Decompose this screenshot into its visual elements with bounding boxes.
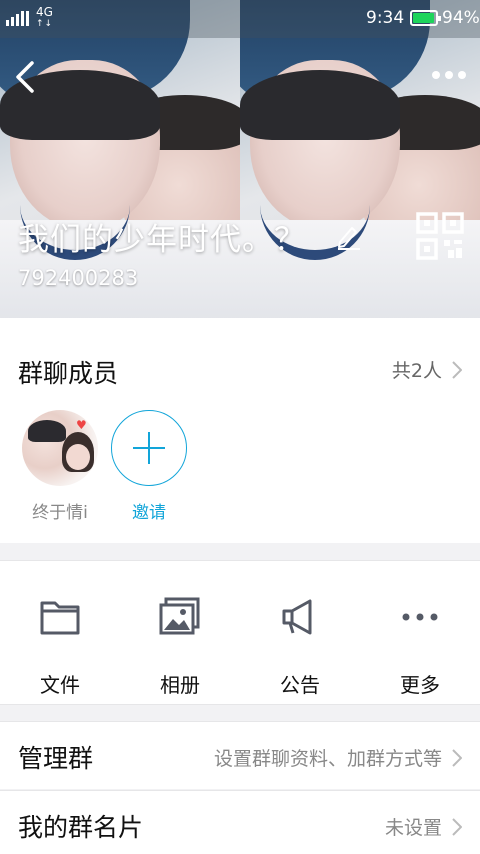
clock: 9:34 (366, 8, 405, 28)
folder-icon (40, 601, 80, 635)
photo-album-button[interactable]: 相册 (120, 595, 240, 698)
battery-percent: 94% (442, 8, 480, 28)
more-options-label: 更多 (400, 673, 440, 697)
battery-icon (410, 10, 441, 26)
more-options-button[interactable]: 更多 (360, 595, 480, 698)
pencil-icon[interactable] (336, 222, 362, 250)
signal-icon (6, 11, 29, 26)
member-item[interactable]: ♥ 终于情i (20, 410, 100, 523)
announcement-label: 公告 (280, 673, 320, 697)
member-name: 终于情i (32, 503, 88, 523)
row-value: 设置群聊资料、加群方式等 (213, 748, 442, 770)
more-menu-button[interactable] (424, 60, 474, 90)
group-header: 4G ↑↓ 9:34 94% 我们的少年时代。？ 792400283 (0, 0, 480, 318)
status-bar: 4G ↑↓ 9:34 94% (0, 0, 480, 38)
chevron-right-icon (452, 360, 462, 379)
manage-group-row[interactable]: 管理群 设置群聊资料、加群方式等 (0, 721, 480, 789)
my-group-card-row[interactable]: 我的群名片 未设置 (0, 790, 480, 854)
members-section: 群聊成员 共2人 ♥ 终于情i 邀请 (0, 318, 480, 543)
group-id: 792400283 (18, 266, 139, 290)
members-title: 群聊成员 (18, 359, 119, 388)
megaphone-icon (282, 599, 312, 635)
plus-icon (132, 431, 165, 464)
photo-album-label: 相册 (160, 673, 200, 697)
group-name: 我们的少年时代。？ (18, 222, 306, 258)
files-label: 文件 (40, 673, 80, 697)
invite-member-button[interactable]: 邀请 (109, 410, 189, 523)
back-button[interactable] (8, 55, 48, 99)
files-button[interactable]: 文件 (0, 595, 120, 698)
announcement-button[interactable]: 公告 (240, 595, 360, 698)
chevron-right-icon (452, 748, 462, 767)
row-value: 未设置 (384, 817, 442, 839)
chevron-right-icon (452, 817, 462, 836)
members-count-link[interactable]: 共2人 (392, 356, 462, 383)
more-dots-icon (402, 613, 438, 621)
members-count: 共2人 (391, 360, 442, 382)
row-title: 我的群名片 (18, 813, 144, 842)
group-cover-photo (240, 0, 480, 318)
photo-album-icon (159, 597, 200, 635)
network-type: 4G ↑↓ (36, 5, 54, 29)
add-circle (111, 410, 187, 486)
row-title: 管理群 (18, 744, 94, 773)
qr-code-icon[interactable] (416, 212, 464, 260)
avatar: ♥ (22, 410, 98, 486)
invite-label: 邀请 (132, 503, 166, 523)
back-arrow-icon (16, 61, 34, 93)
more-dots-icon (432, 71, 466, 79)
quick-actions: 文件 相册 公告 更多 (0, 560, 480, 705)
